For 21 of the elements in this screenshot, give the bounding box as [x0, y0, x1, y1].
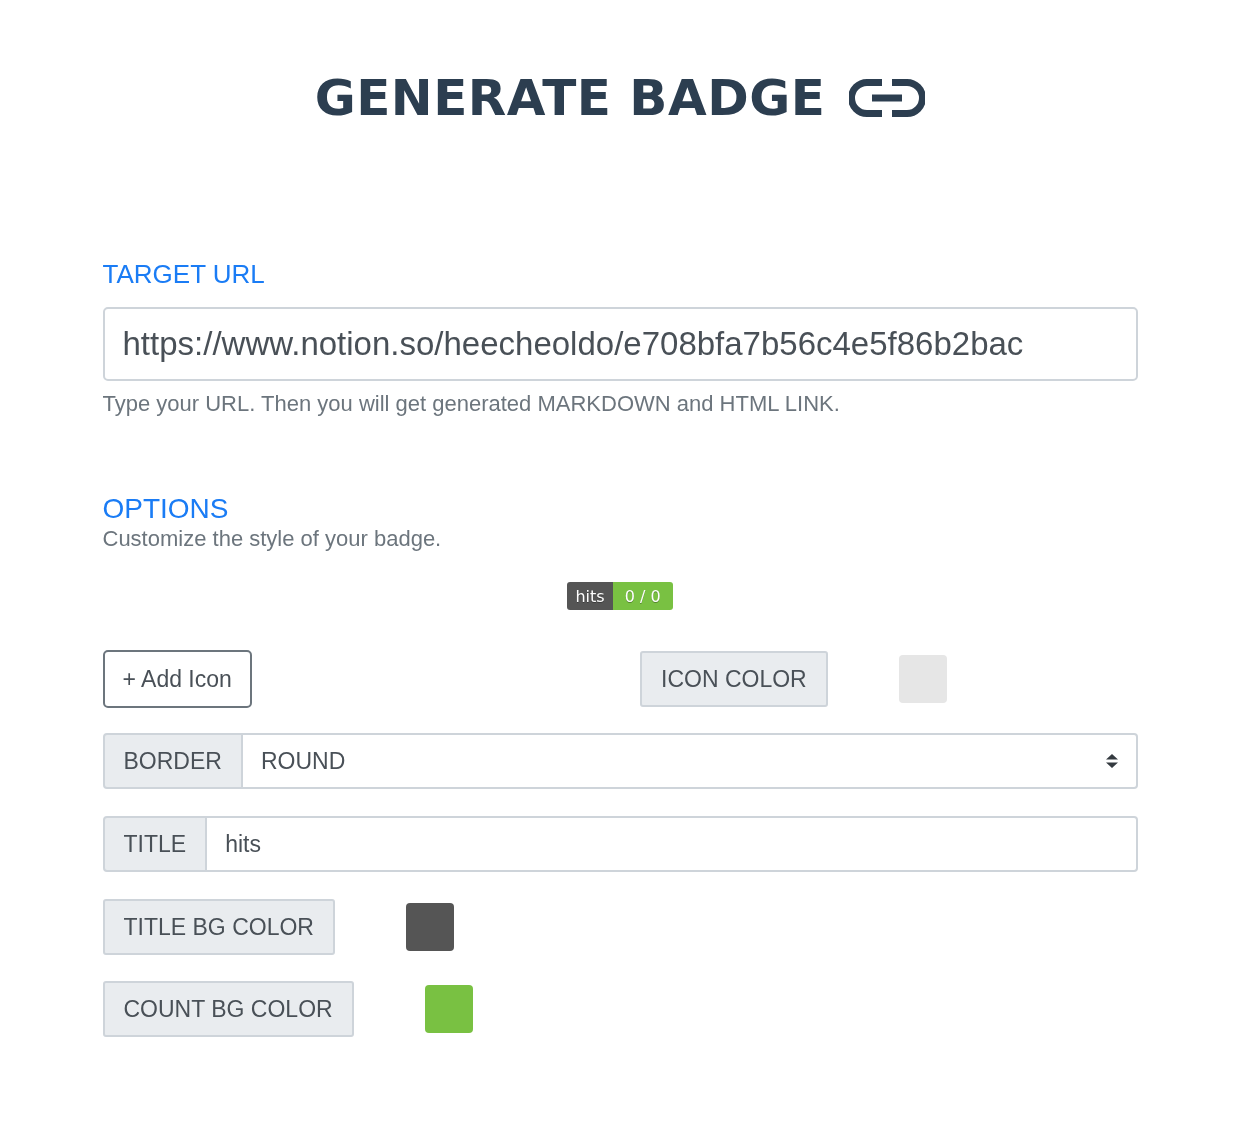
updown-caret-icon [1105, 754, 1118, 768]
section-description: Customize the style of your badge. [102, 525, 442, 553]
color-option-label: COUNT BG COLOR [102, 981, 354, 1037]
border-label: BORDER [102, 733, 243, 789]
icon-color-label: ICON COLOR [640, 651, 828, 707]
help-text: Type your URL. Then you will get generated MARKDOWN and HTML LINK. [102, 390, 840, 418]
title-label: TITLE [102, 816, 208, 872]
section-heading: OPTIONS [102, 493, 229, 525]
border-select[interactable]: ROUND [242, 733, 1138, 789]
link-icon [849, 79, 926, 117]
page-title: GENERATE BADGE [314, 68, 826, 128]
badge-title: hits [567, 582, 613, 610]
swatch-icon[interactable] [424, 985, 473, 1033]
badge-count: 0 / 0 [612, 582, 673, 610]
url-input[interactable]: https://www.notion.so/heecheoldo/e708bfa7b56c4e5f86b2bac [102, 307, 1138, 381]
color-option-label: TITLE BG COLOR [102, 899, 335, 955]
swatch-icon[interactable] [405, 903, 454, 951]
add-icon-button[interactable]: + Add Icon [102, 650, 252, 708]
title-input[interactable]: hits [207, 816, 1138, 872]
swatch-icon[interactable] [898, 655, 947, 703]
section-label: TARGET URL [102, 259, 265, 289]
